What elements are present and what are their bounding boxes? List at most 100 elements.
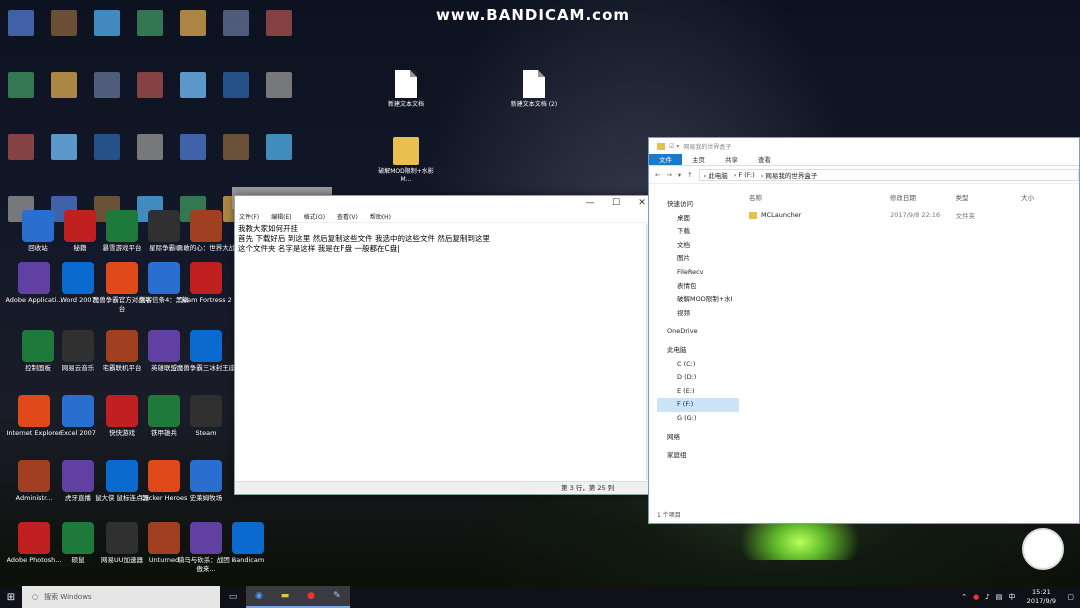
pixelated-icon xyxy=(223,10,249,36)
ribbon-tab[interactable]: 查看 xyxy=(748,154,781,165)
notepad-menu-item[interactable]: 格式(O) xyxy=(304,212,325,222)
taskbar-app-browser-icon[interactable]: ◉ xyxy=(246,586,272,608)
volume-icon[interactable]: ♪ xyxy=(985,593,989,601)
pixelated-icon xyxy=(51,10,77,36)
back-arrow-icon[interactable]: ← xyxy=(655,171,660,179)
app-icon xyxy=(62,262,94,294)
notepad-menu-item[interactable]: 查看(V) xyxy=(337,212,358,222)
up-arrow-icon[interactable]: ↑ xyxy=(687,171,692,179)
nav-item[interactable]: 桌面 xyxy=(657,212,739,226)
desktop-icon[interactable]: Team Fortress 2 xyxy=(176,262,236,305)
address-bar[interactable]: › 此电脑 › F (F:) › 网易我的世界盒子 xyxy=(698,168,1079,181)
nav-item[interactable]: 网络 xyxy=(657,431,739,445)
tray-expand-icon[interactable]: ⌃ xyxy=(961,593,967,601)
desktop-icon[interactable]: Steam xyxy=(176,395,236,438)
desktop-file-label: 新建文本文档 (2) xyxy=(510,101,558,108)
notepad-menu-item[interactable]: 帮助(H) xyxy=(370,212,391,222)
file-row[interactable]: MCLauncher 2017/9/8 22:16 文件夹 xyxy=(749,209,1079,221)
nav-item[interactable]: E (E:) xyxy=(657,385,739,399)
nav-item[interactable]: 家庭组 xyxy=(657,449,739,463)
item-count: 1 个项目 xyxy=(657,512,681,519)
app-icon xyxy=(18,395,50,427)
nav-item[interactable]: G (G:) xyxy=(657,412,739,426)
taskbar-app-bandicam-icon[interactable]: ● xyxy=(298,586,324,608)
notepad-text-area[interactable]: 我教大家如何开挂 首先 下载好后 到这里 然后复制这些文件 我选中的这些文件 然后… xyxy=(237,224,645,480)
column-headers: 名称 修改日期 类型 大小 xyxy=(749,192,1079,204)
quick-access-toolbar-icon[interactable]: ☑ ▾ xyxy=(669,143,679,150)
column-header[interactable]: 类型 xyxy=(955,192,1021,204)
nav-item[interactable]: 图片 xyxy=(657,252,739,266)
app-icon xyxy=(18,522,50,554)
column-header[interactable]: 修改日期 xyxy=(890,192,956,204)
forward-arrow-icon[interactable]: → xyxy=(666,171,671,179)
recent-dropdown-icon[interactable]: ▾ xyxy=(678,171,681,179)
ribbon-tab[interactable]: 共享 xyxy=(715,154,748,165)
nav-item[interactable]: 视频 xyxy=(657,307,739,321)
mascot-avatar[interactable] xyxy=(1022,528,1064,570)
notification-icon[interactable]: ▢ xyxy=(1067,593,1074,601)
nav-item[interactable]: OneDrive xyxy=(657,325,739,339)
file-column-cell: MCLauncher xyxy=(749,211,890,219)
nav-item[interactable]: F (F:) xyxy=(657,398,739,412)
explorer-window[interactable]: ☑ ▾ 网易我的世界盒子 文件 主页 共享 查看 ← → ▾ ↑ › 此电脑 › F (… xyxy=(648,137,1080,524)
explorer-titlebar[interactable]: ☑ ▾ 网易我的世界盒子 xyxy=(649,138,1079,154)
navigation-pane: 快速访问 桌面 下载 文档 图片 FileRecv 表情包 破解MOD限制+水I 视频 OneDr… xyxy=(657,198,739,463)
pixelated-icon xyxy=(266,134,292,160)
app-icon xyxy=(62,395,94,427)
nav-item[interactable]: D (D:) xyxy=(657,371,739,385)
system-tray: ⌃ ● ♪ ▤ 中 15:21 2017/9/9 ▢ xyxy=(961,586,1080,608)
column-header[interactable]: 大小 xyxy=(1021,192,1079,204)
breadcrumb-item[interactable]: › 此电脑 xyxy=(704,170,728,180)
minimize-icon[interactable]: — xyxy=(577,198,603,208)
pixelated-icon xyxy=(51,134,77,160)
app-icon xyxy=(190,460,222,492)
nav-item[interactable]: 快速访问 xyxy=(657,198,739,212)
taskbar-app-explorer-icon[interactable]: ▬ xyxy=(272,586,298,608)
breadcrumb-item[interactable]: › 网易我的世界盒子 xyxy=(761,170,818,180)
clock[interactable]: 15:21 2017/9/9 xyxy=(1021,588,1061,606)
nav-item[interactable]: 破解MOD限制+水I xyxy=(657,293,739,307)
nav-item[interactable]: C (C:) xyxy=(657,358,739,372)
desktop-icon[interactable]: 魔兽争霸三冰封王座 xyxy=(176,330,236,373)
notepad-window[interactable]: — ☐ ✕ 文件(F) 编辑(E) 格式(O) 查看(V) 帮助(H) 我教大家如何开挂… xyxy=(234,195,656,495)
nav-item[interactable]: 文档 xyxy=(657,239,739,253)
nav-item[interactable]: 表情包 xyxy=(657,280,739,294)
windows-start-icon[interactable]: ⊞ xyxy=(0,586,22,608)
desktop-text-file[interactable]: 新建文本文档 xyxy=(374,70,438,109)
notepad-menu-item[interactable]: 编辑(E) xyxy=(271,212,291,222)
nav-item[interactable]: 此电脑 xyxy=(657,344,739,358)
search-icon: ○ xyxy=(32,593,39,601)
pixelated-icon xyxy=(137,72,163,98)
column-header[interactable]: 名称 xyxy=(749,192,890,204)
folder-icon xyxy=(393,137,419,165)
pixelated-icon xyxy=(137,134,163,160)
desktop-icon[interactable]: Bandicam xyxy=(218,522,278,565)
ime-indicator[interactable]: 中 xyxy=(1008,592,1015,602)
tray-app-icon[interactable]: ● xyxy=(973,593,979,601)
ribbon-tab[interactable]: 主页 xyxy=(682,154,715,165)
notepad-text-line: 这个文件夹 名字是这样 我是在F盘 一般都在C盘| xyxy=(238,244,400,253)
bandicam-watermark: www.BANDICAM.com xyxy=(436,6,631,24)
desktop-icon[interactable]: 史莱姆牧场 xyxy=(176,460,236,503)
pixelated-icon xyxy=(180,10,206,36)
notepad-menu-item[interactable]: 文件(F) xyxy=(239,212,259,222)
nav-item[interactable]: 下载 xyxy=(657,225,739,239)
taskbar-app-notepad-icon[interactable]: ✎ xyxy=(324,586,350,608)
pixelated-icon xyxy=(94,10,120,36)
network-icon[interactable]: ▤ xyxy=(996,593,1003,601)
pixelated-icon xyxy=(94,134,120,160)
search-box[interactable]: ○ 搜索 Windows xyxy=(22,586,220,608)
desktop-icon[interactable]: 勇敢的心：世界大战 xyxy=(176,210,236,253)
notepad-titlebar[interactable]: — ☐ ✕ xyxy=(235,196,655,212)
pixelated-icon xyxy=(223,134,249,160)
desktop-icon-label: Bandicam xyxy=(231,556,265,564)
nav-item[interactable]: FileRecv xyxy=(657,266,739,280)
desktop-folder[interactable]: 破解MOD限制+水影M... xyxy=(374,137,438,184)
breadcrumb-item[interactable]: › F (F:) xyxy=(734,171,755,179)
desktop-text-file[interactable]: 新建文本文档 (2) xyxy=(502,70,566,109)
app-icon xyxy=(62,522,94,554)
task-view-icon[interactable]: ▭ xyxy=(220,586,246,608)
maximize-icon[interactable]: ☐ xyxy=(603,198,629,208)
ribbon-tab[interactable]: 文件 xyxy=(649,154,682,165)
desktop-icon-label: 史莱姆牧场 xyxy=(189,494,223,502)
